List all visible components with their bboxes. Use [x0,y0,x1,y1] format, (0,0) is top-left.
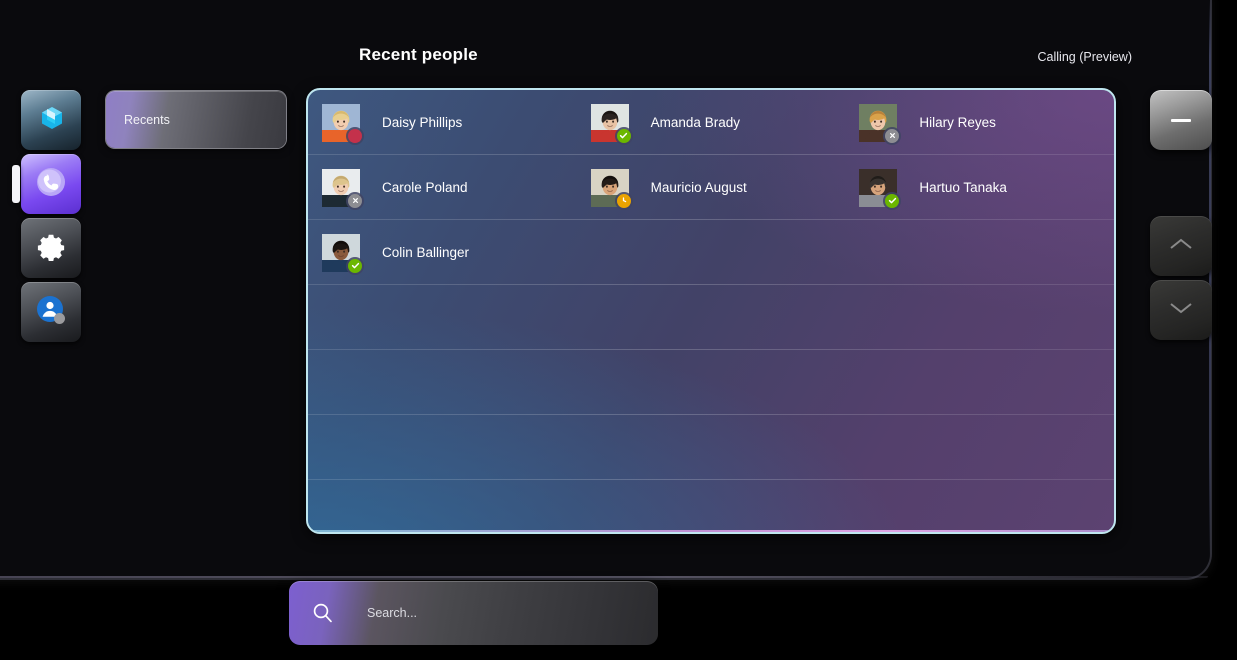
active-indicator [12,165,20,203]
status-badge [348,193,362,208]
collapse-icon [1171,118,1191,122]
scroll-up-button[interactable] [1150,216,1212,276]
list-item[interactable]: Mauricio August [577,155,846,220]
list-item-label: Hartuo Tanaka [919,180,1007,195]
avatar [322,168,362,208]
status-badge [616,128,631,143]
table-row-empty [308,415,1114,480]
status-badge [885,128,900,143]
collapse-button[interactable] [1150,90,1212,150]
sidebar-item-teams-app[interactable] [21,90,81,150]
avatar [859,103,900,143]
search-input[interactable]: Search... [367,606,417,620]
list-item[interactable]: Hilary Reyes [845,90,1114,155]
list-item-label: Amanda Brady [650,115,740,130]
app-root: Recent people Calling (Preview) Recents … [0,0,1237,660]
table-row: Colin Ballinger [308,220,1114,285]
phone-calls-icon [33,164,69,205]
status-badge [616,193,631,208]
gear-icon [35,230,67,267]
panel-divider [1209,0,1211,560]
status-badge [348,258,362,273]
list-item-empty [845,220,1114,285]
table-row-empty [308,285,1114,350]
left-rail [12,90,81,342]
list-item-label: Hilary Reyes [919,115,996,130]
person-avatar-icon [34,293,68,332]
teams-app-icon [34,101,68,140]
status-badge [348,128,362,143]
avatar [322,233,362,273]
avatar [322,103,362,143]
chevron-down-icon [1166,299,1196,322]
list-item-label: Colin Ballinger [382,245,470,260]
list-item-empty [577,220,846,285]
chevron-up-icon [1166,235,1196,258]
list-item[interactable]: Amanda Brady [577,90,846,155]
list-item[interactable]: Colin Ballinger [308,220,577,285]
sidebar-item-account[interactable] [21,282,81,342]
app-mode-label: Calling (Preview) [1037,50,1132,64]
list-item[interactable]: Daisy Phillips [308,90,577,155]
list-item-label: Mauricio August [650,180,747,195]
page-title: Recent people [359,45,478,64]
table-row: Carole Poland Mauricio August Hartuo Tan… [308,155,1114,220]
list-item-label: Daisy Phillips [382,115,463,130]
avatar [590,103,631,143]
tab-recents-label: Recents [124,112,170,127]
table-row: Daisy Phillips Amanda Brady Hilary Reyes [308,90,1114,155]
sidebar-item-settings[interactable] [21,218,81,278]
list-item-label: Carole Poland [382,180,468,195]
people-list: Daisy Phillips Amanda Brady Hilary Reyes… [308,90,1114,532]
status-badge [885,193,900,208]
list-item[interactable]: Carole Poland [308,155,577,220]
search-bar[interactable]: Search... [289,581,658,645]
list-item[interactable]: Hartuo Tanaka [845,155,1114,220]
table-row-empty [308,350,1114,415]
scroll-down-button[interactable] [1150,280,1212,340]
tab-recents[interactable]: Recents [106,91,286,148]
search-icon [311,601,335,625]
table-row-empty [308,480,1114,532]
recent-people-panel: Daisy Phillips Amanda Brady Hilary Reyes… [306,88,1116,534]
avatar [859,168,900,208]
avatar [590,168,631,208]
sidebar-item-calls-app[interactable] [12,154,81,214]
